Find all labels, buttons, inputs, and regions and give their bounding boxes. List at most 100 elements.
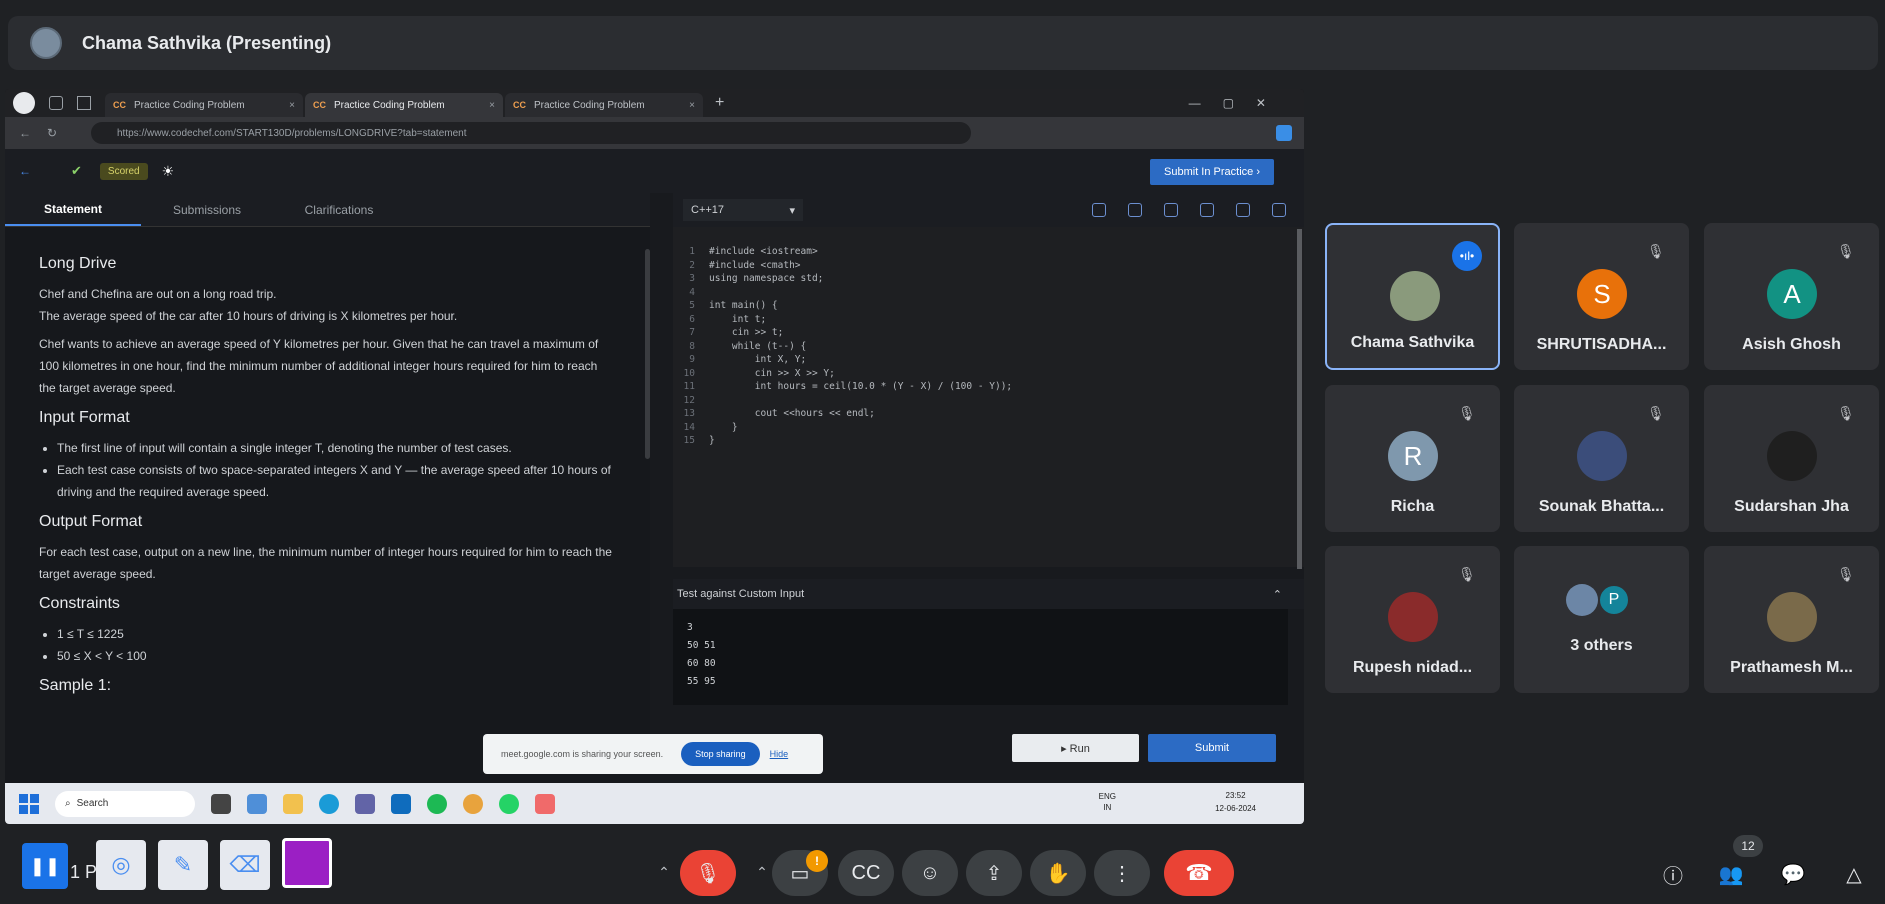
store-icon[interactable] [391,793,411,814]
participant-tile[interactable]: A 🎙 Asish Ghosh [1704,223,1879,370]
workspaces-icon[interactable] [49,96,63,110]
info-icon[interactable]: ⓘ [1657,858,1689,890]
close-tab-icon[interactable]: × [689,100,695,111]
line-number: 12 [683,394,695,406]
chat-icon[interactable]: 💬 [1777,858,1809,890]
present-button[interactable]: ⇪ [966,850,1022,896]
participant-tile[interactable]: R 🎙 Richa [1325,385,1500,532]
input-line: 3 [687,622,693,633]
tab-actions-icon[interactable] [77,96,91,110]
spiral-tool-icon[interactable]: ◎ [96,840,146,890]
chevron-up-icon[interactable]: ⌃ [1273,588,1282,601]
participant-tile[interactable]: 🎙 Rupesh nidad... [1325,546,1500,693]
theme-toggle-icon[interactable]: ☀ [162,163,175,180]
browser-tab[interactable]: CC Practice Coding Problem × [105,93,303,117]
activities-icon[interactable]: △ [1838,858,1870,890]
run-button[interactable]: ▸ Run [1012,734,1139,762]
copilot-icon[interactable] [1276,125,1292,141]
code-editor[interactable]: 1 #include <iostream> 2 #include <cmath> 3 us… [673,227,1304,567]
stop-sharing-button[interactable]: Stop sharing [681,742,760,766]
taskbar-clock[interactable]: 23:52 12-06-2024 [1215,789,1256,815]
participant-tile[interactable]: 🎙 Sounak Bhatta... [1514,385,1689,532]
spotify-icon[interactable] [427,793,447,814]
code-text: cout <<hours << endl; [709,408,875,419]
tab-title: Practice Coding Problem [134,99,245,111]
code-line: 8 while (t--) { [673,340,1304,354]
tab-submissions[interactable]: Submissions [141,193,273,226]
submit-button[interactable]: Submit [1148,734,1276,762]
language-select[interactable]: C++17 ▾ [683,199,803,221]
avatar [1388,592,1438,642]
leave-call-button[interactable]: ☎ [1164,850,1234,896]
teams-icon[interactable] [355,793,375,814]
problem-scrollbar[interactable] [645,249,650,459]
pause-annotation-button[interactable]: ❚❚ [22,843,68,889]
new-tab-button[interactable]: + [715,94,724,112]
fullscreen-icon[interactable] [1272,203,1286,217]
participant-tile[interactable]: •ıl• Chama Sathvika [1325,223,1500,370]
people-icon[interactable]: 👥 [1715,858,1747,890]
mic-off-button[interactable]: 🎙 [680,850,736,896]
file-explorer-icon[interactable] [283,793,303,814]
captions-button[interactable]: CC [838,850,894,896]
custom-input-header[interactable]: Test against Custom Input ⌃ [673,579,1304,609]
mic-off-icon: 🎙 [1837,243,1855,259]
participant-tile[interactable]: 🎙 Sudarshan Jha [1704,385,1879,532]
codechef-toolbar: ← ✔ Scored ☀ Submit In Practice › [5,149,1304,193]
back-arrow-icon[interactable]: ← [19,164,31,178]
back-icon[interactable]: ← [19,126,31,140]
reload-icon[interactable]: ↻ [47,126,57,140]
url-field[interactable]: https://www.codechef.com/START130D/probl… [91,122,971,144]
profile-icon[interactable] [13,92,35,114]
windows-taskbar: ⌕ Search ENG IN 23:52 12-06-2024 [5,783,1304,824]
line-number: 14 [683,421,695,433]
whatsapp-icon[interactable] [499,793,519,814]
reset-icon[interactable] [1164,203,1178,217]
format-icon[interactable] [1092,203,1106,217]
eraser-tool-icon[interactable]: ⌫ [220,840,270,890]
close-tab-icon[interactable]: × [289,100,295,111]
participant-tile[interactable]: 🎙 Prathamesh M... [1704,546,1879,693]
task-view-icon[interactable] [211,793,231,814]
editor-scrollbar[interactable] [1297,229,1302,569]
taskbar-search[interactable]: ⌕ Search [55,790,195,817]
shared-screen: CC Practice Coding Problem × CC Practice… [5,89,1304,824]
browser-tab[interactable]: CC Practice Coding Problem × [505,93,703,117]
edge-icon[interactable] [319,793,339,814]
windows-start-icon[interactable] [19,793,39,814]
emoji-button[interactable]: ☺ [902,850,958,896]
save-icon[interactable] [1200,203,1214,217]
tab-statement[interactable]: Statement [5,193,141,226]
tab-clarifications[interactable]: Clarifications [273,193,405,226]
custom-input-textarea[interactable]: 3 50 51 60 80 55 95 [673,609,1288,705]
window-controls[interactable]: —▢✕ [1189,96,1288,110]
download-icon[interactable] [1128,203,1142,217]
chrome-icon[interactable] [463,793,483,814]
submit-in-practice-button[interactable]: Submit In Practice › [1150,159,1274,185]
participant-tile[interactable]: P 3 others [1514,546,1689,693]
line-number: 11 [683,381,695,392]
input-language[interactable]: ENG IN [1099,791,1116,813]
more-options-button[interactable]: ⋮ [1094,850,1150,896]
color-swatch[interactable] [282,838,332,888]
mic-off-icon: 🎙 [1837,566,1855,582]
code-text: int hours = ceil(10.0 * (Y - X) / (100 -… [709,381,1013,392]
pen-tool-icon[interactable]: ✎ [158,840,208,890]
avatar [1767,431,1817,481]
code-text: using namespace std; [709,273,824,284]
browser-tab-active[interactable]: CC Practice Coding Problem × [305,93,503,117]
code-line: 3 using namespace std; [673,272,1304,286]
gear-icon[interactable] [1236,203,1250,217]
raise-hand-button[interactable]: ✋ [1030,850,1086,896]
code-text: } [709,421,738,433]
mic-options-chevron-icon[interactable]: ⌃ [650,858,678,886]
presenter-label: Chama Sathvika (Presenting) [82,32,332,53]
custom-input-title: Test against Custom Input [677,588,805,600]
app-icon[interactable] [535,793,555,814]
close-tab-icon[interactable]: × [489,100,495,111]
widgets-icon[interactable] [247,793,267,814]
avatar [1767,592,1817,642]
participant-tile[interactable]: S 🎙 SHRUTISADHA... [1514,223,1689,370]
hide-link[interactable]: Hide [770,749,789,759]
codechef-favicon-icon: CC [313,100,326,110]
